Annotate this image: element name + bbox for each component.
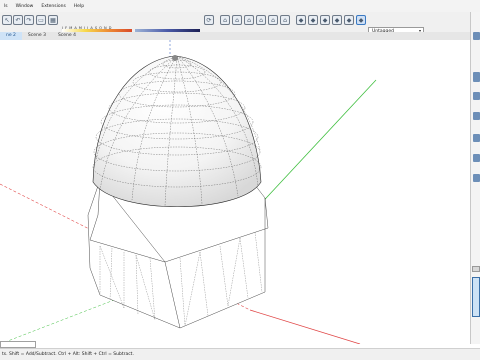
redo-icon[interactable]: ↷ — [24, 15, 34, 25]
model-viewport[interactable] — [0, 40, 470, 345]
tray-item-6-icon[interactable] — [473, 174, 480, 182]
tab-scene-3[interactable]: Scene 3 — [22, 32, 52, 40]
shaded-icon[interactable]: ◆ — [332, 15, 342, 25]
iso-view-icon[interactable]: ⌂ — [220, 15, 230, 25]
tray-item-4-icon[interactable] — [473, 134, 480, 142]
orbit-icon[interactable]: ⟳ — [204, 15, 214, 25]
scene-tabs: ne 2 Scene 3 Scene 4 — [0, 32, 470, 40]
tray-item-2-icon[interactable] — [473, 92, 480, 100]
print-icon[interactable]: ▭ — [36, 15, 46, 25]
model-canvas[interactable] — [0, 40, 470, 345]
red-axis-solid — [249, 309, 361, 345]
left-view-icon[interactable]: ⌂ — [280, 15, 290, 25]
monochrome-icon[interactable]: ◆ — [356, 15, 366, 25]
undo-icon[interactable]: ↶ — [13, 15, 23, 25]
green-axis — [254, 79, 377, 211]
menu-item-extensions[interactable]: Extensions — [41, 4, 65, 9]
dome — [92, 55, 262, 207]
menu-bar: ls Window Extensions Help — [0, 0, 480, 12]
back-view-icon[interactable]: ⌂ — [268, 15, 278, 25]
xray-icon[interactable]: ◆ — [296, 15, 306, 25]
menu-item-tools[interactable]: ls — [4, 4, 8, 9]
hidden-line-icon[interactable]: ◆ — [320, 15, 330, 25]
menu-item-help[interactable]: Help — [74, 4, 84, 9]
tray-item-1-icon[interactable] — [473, 72, 480, 82]
menu-item-window[interactable]: Window — [16, 4, 34, 9]
front-view-icon[interactable]: ⌂ — [244, 15, 254, 25]
tab-scene-2[interactable]: ne 2 — [0, 32, 22, 40]
top-view-icon[interactable]: ⌂ — [232, 15, 242, 25]
tab-scene-4[interactable]: Scene 4 — [52, 32, 82, 40]
textured-icon[interactable]: ◆ — [344, 15, 354, 25]
tray-scroll-control[interactable] — [472, 266, 480, 272]
tray-tab-icon[interactable] — [473, 32, 480, 40]
measurements-box[interactable] — [0, 341, 36, 348]
tray-item-5-icon[interactable] — [473, 154, 480, 162]
right-view-icon[interactable]: ⌂ — [256, 15, 266, 25]
wireframe-icon[interactable]: ◆ — [308, 15, 318, 25]
tray-item-3-icon[interactable] — [473, 112, 480, 120]
shadow-toggle-icon[interactable]: ▦ — [48, 15, 58, 25]
tray-preview-thumbnail[interactable] — [472, 277, 480, 317]
select-arrow-icon[interactable]: ↖ — [2, 15, 12, 25]
right-tray[interactable] — [470, 12, 480, 344]
status-bar: ts. Shift = Add/Subtract. Ctrl + Alt: Sh… — [0, 348, 480, 360]
toolbar: ↖ ↶ ↷ ▭ ▦ J F M A M J J A S O N D 06:43 … — [0, 12, 480, 37]
